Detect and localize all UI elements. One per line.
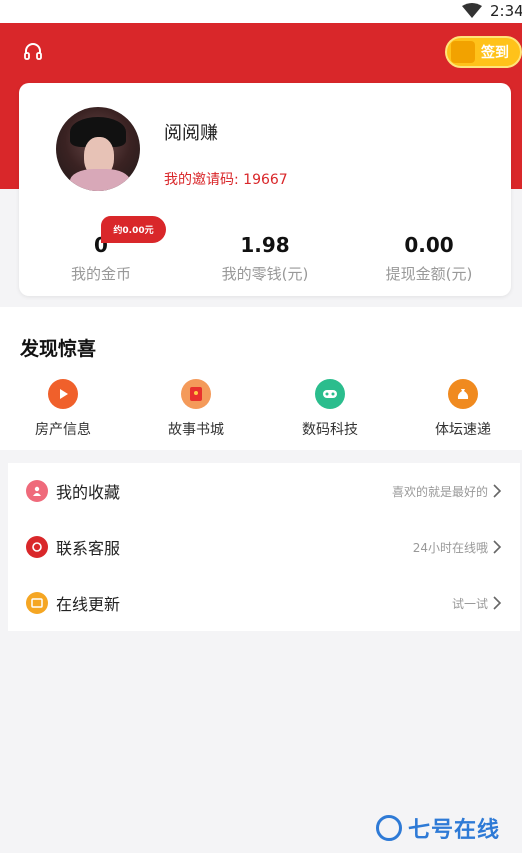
profile-card: 阅阅赚 我的邀请码: 19667 0 我的金币 1.98 我的零钱(元) 0.0… — [19, 83, 511, 296]
chevron-right-icon — [493, 484, 502, 498]
discover-section: 发现惊喜 房产信息 故事书城 数码科技 体坛速递 — [0, 307, 522, 450]
feature-tech[interactable]: 数码科技 — [280, 379, 380, 439]
menu-item-hint: 试一试 — [451, 596, 488, 611]
menu-item-favorites[interactable]: 我的收藏 喜欢的就是最好的 — [8, 463, 520, 519]
menu-item-hint: 喜欢的就是最好的 — [391, 484, 488, 499]
stat-coins-label: 我的金币 — [70, 265, 131, 283]
menu-item-customer-service[interactable]: 联系客服 24小时在线哦 — [8, 519, 520, 575]
feature-label: 故事书城 — [168, 422, 224, 438]
feature-label: 数码科技 — [302, 422, 358, 438]
gamepad-icon — [315, 379, 345, 409]
status-time: 2:34 — [490, 2, 522, 20]
feature-bookstore[interactable]: 故事书城 — [146, 379, 246, 439]
menu-item-label: 在线更新 — [56, 595, 121, 614]
red-envelope-icon — [181, 379, 211, 409]
coin-value-badge: 约0.00元 — [101, 216, 166, 243]
stat-withdraw[interactable]: 0.00 提现金额(元) — [347, 233, 511, 284]
menu-item-update[interactable]: 在线更新 试一试 — [8, 575, 520, 631]
wifi-icon — [462, 3, 482, 18]
stat-withdraw-value: 0.00 — [404, 233, 454, 257]
menu-item-label: 我的收藏 — [56, 483, 121, 502]
stat-change-value: 1.98 — [240, 233, 290, 257]
status-bar: 2:34 — [0, 0, 522, 23]
watermark-text: 七号在线 — [408, 818, 501, 843]
money-bag-icon — [448, 379, 478, 409]
watermark-logo-icon — [376, 815, 402, 841]
invite-code: 我的邀请码: 19667 — [164, 172, 288, 188]
menu-list: 我的收藏 喜欢的就是最好的 联系客服 24小时在线哦 在线更新 试一试 — [8, 463, 520, 631]
username: 阅阅赚 — [164, 123, 218, 144]
discover-title: 发现惊喜 — [20, 338, 97, 360]
menu-item-hint: 24小时在线哦 — [412, 540, 488, 555]
feature-sports[interactable]: 体坛速递 — [413, 379, 513, 439]
favorite-icon — [26, 480, 48, 502]
feature-label: 体坛速递 — [435, 422, 491, 438]
watermark: 七号在线 — [376, 812, 500, 844]
avatar[interactable] — [56, 107, 140, 191]
chevron-right-icon — [493, 596, 502, 610]
update-icon — [26, 592, 48, 614]
signin-label: 签到 — [481, 45, 509, 61]
stat-change[interactable]: 1.98 我的零钱(元) — [183, 233, 347, 284]
chevron-right-icon — [493, 540, 502, 554]
customer-service-icon — [26, 536, 48, 558]
menu-item-label: 联系客服 — [56, 539, 121, 558]
signin-button[interactable]: 签到 — [445, 36, 522, 68]
feature-real-estate[interactable]: 房产信息 — [13, 379, 113, 439]
stat-withdraw-label: 提现金额(元) — [385, 265, 473, 283]
play-icon — [48, 379, 78, 409]
stat-change-label: 我的零钱(元) — [221, 265, 309, 283]
headset-icon[interactable] — [22, 41, 44, 63]
feature-label: 房产信息 — [35, 422, 91, 438]
signin-coin-icon — [451, 41, 475, 63]
